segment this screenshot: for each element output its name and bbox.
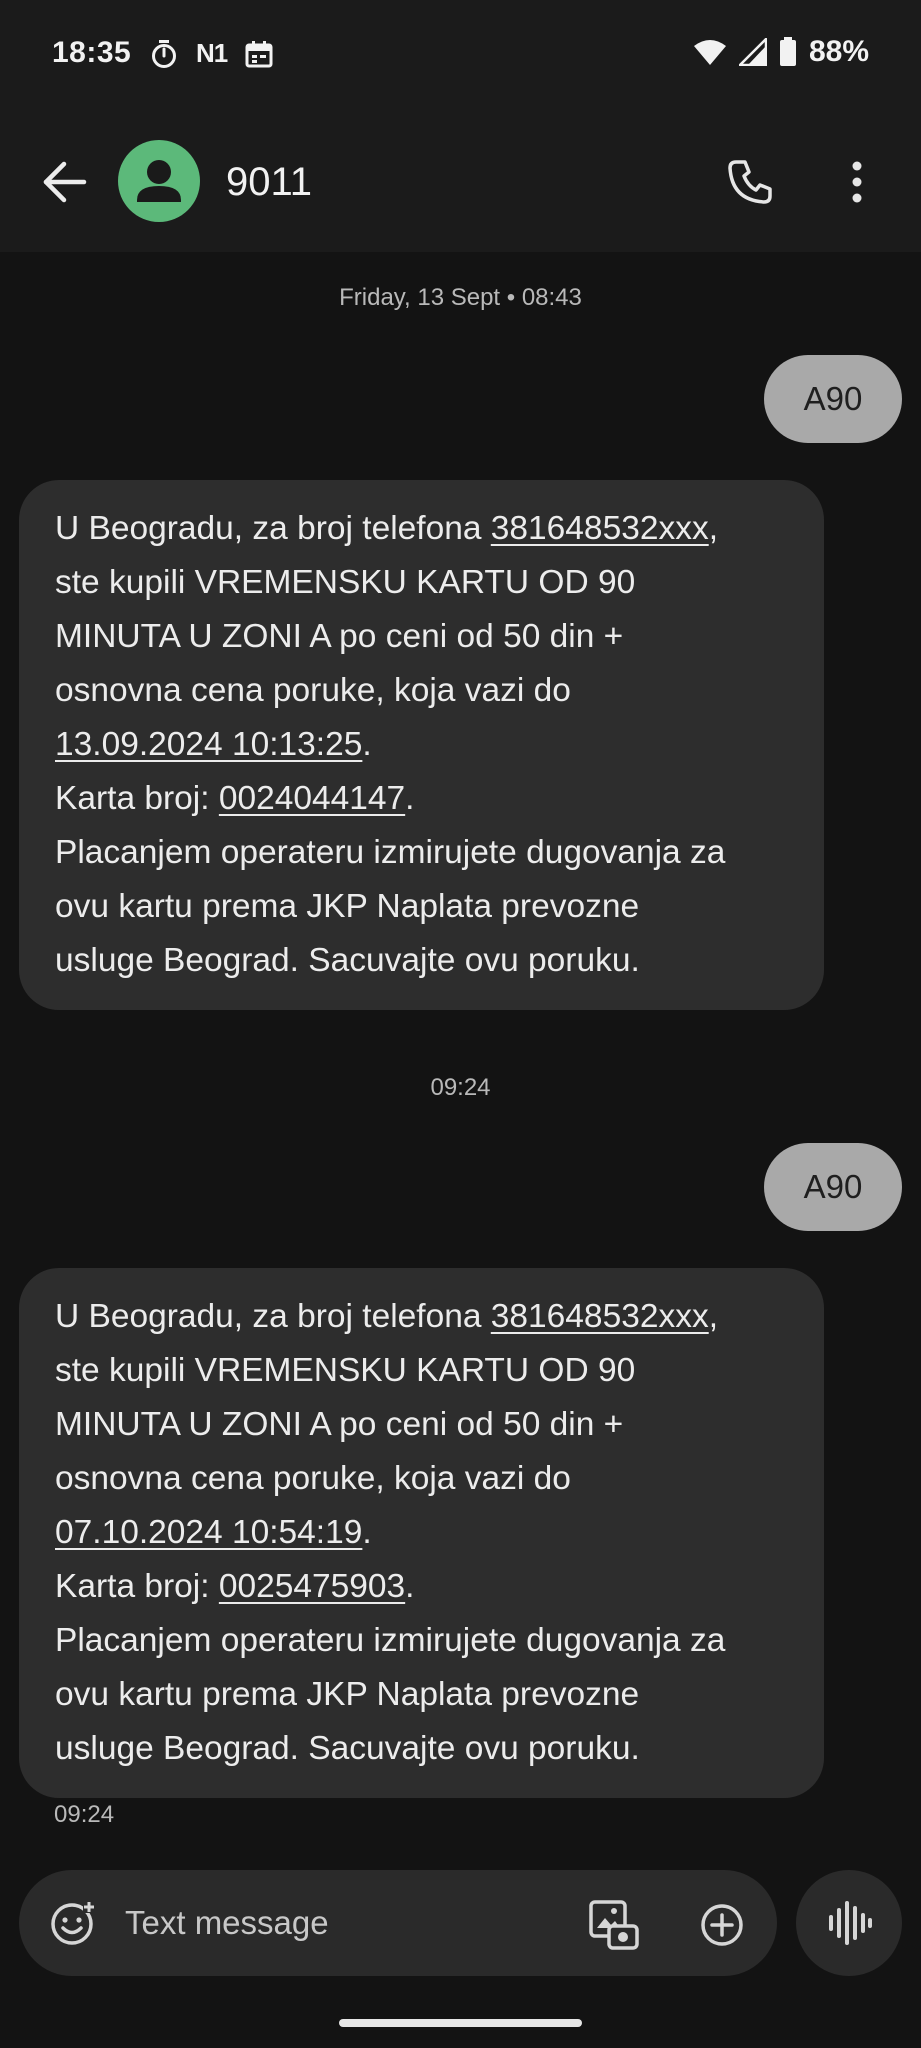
message-line: U Beogradu, za broj telefona 381648532xx…: [55, 510, 719, 547]
calendar-icon: [245, 40, 273, 67]
status-icons-left: N1: [150, 38, 273, 69]
message-line: 13.09.2024 10:13:25.: [55, 726, 372, 763]
message-line: Karta broj: 0024044147.: [55, 780, 415, 817]
outgoing-message[interactable]: A90: [764, 1143, 902, 1231]
message-input[interactable]: Text message: [125, 1904, 329, 1942]
arrow-back-icon[interactable]: [40, 160, 90, 204]
outgoing-message[interactable]: A90: [764, 355, 902, 443]
voice-wave-icon: [829, 1901, 872, 1945]
datetime-link[interactable]: 13.09.2024 10:13:25: [55, 726, 362, 763]
message-line: osnovna cena poruke, koja vazi do: [55, 1460, 571, 1497]
message-timestamp: 09:24: [54, 1801, 115, 1828]
incoming-message[interactable]: U Beogradu, za broj telefona 381648532xx…: [19, 1268, 824, 1798]
gallery-icon[interactable]: [587, 1898, 641, 1952]
message-line: U Beogradu, za broj telefona 381648532xx…: [55, 1298, 719, 1335]
contact-name[interactable]: 9011: [226, 160, 312, 205]
message-line: usluge Beograd. Sacuvajte ovu poruku.: [55, 942, 640, 979]
phone-number-link[interactable]: 381648532xxx: [491, 510, 709, 547]
add-circle-icon[interactable]: [699, 1902, 745, 1948]
battery-percent: 88%: [808, 35, 869, 68]
datetime-link[interactable]: 07.10.2024 10:54:19: [55, 1514, 362, 1551]
status-icons-right: 88%: [693, 35, 869, 69]
message-line: osnovna cena poruke, koja vazi do: [55, 672, 571, 709]
battery-icon: [779, 37, 796, 66]
avatar[interactable]: [118, 140, 200, 222]
message-line: ste kupili VREMENSKU KARTU OD 90: [55, 564, 636, 601]
timer-icon: [152, 39, 176, 68]
status-bar: 18:35 N1 88%: [0, 0, 921, 110]
message-line: ste kupili VREMENSKU KARTU OD 90: [55, 1352, 636, 1389]
date-separator: Friday, 13 Sept • 08:43: [339, 284, 582, 311]
gesture-nav-bar[interactable]: [339, 2019, 582, 2027]
time-separator: 09:24: [430, 1074, 491, 1101]
emoji-icon[interactable]: [49, 1901, 95, 1947]
compose-bar[interactable]: Text message: [19, 1870, 777, 1976]
message-line: MINUTA U ZONI A po ceni od 50 din +: [55, 618, 624, 655]
message-line: MINUTA U ZONI A po ceni od 50 din +: [55, 1406, 624, 1443]
wifi-icon: [693, 40, 726, 65]
person-icon: [137, 160, 181, 202]
incoming-message[interactable]: U Beogradu, za broj telefona 381648532xx…: [19, 480, 824, 1010]
phone-icon[interactable]: [726, 158, 774, 206]
message-line: Placanjem operateru izmirujete dugovanja…: [55, 1622, 726, 1659]
n1-notification-icon: N1: [196, 38, 228, 68]
message-line: ovu kartu prema JKP Naplata prevozne: [55, 1676, 640, 1713]
conversation-header: 9011: [0, 110, 921, 252]
more-vert-icon[interactable]: [840, 160, 874, 204]
cellular-signal-icon: [738, 38, 767, 66]
voice-message-button[interactable]: [796, 1870, 902, 1976]
status-time: 18:35: [52, 36, 132, 69]
phone-number-link[interactable]: 381648532xxx: [491, 1298, 709, 1335]
message-line: Karta broj: 0025475903.: [55, 1568, 415, 1605]
conversation-thread[interactable]: Friday, 13 Sept • 08:43 A90 U Beogradu, …: [0, 252, 921, 1862]
ticket-number-link[interactable]: 0024044147: [219, 780, 405, 817]
message-line: 07.10.2024 10:54:19.: [55, 1514, 372, 1551]
ticket-number-link[interactable]: 0025475903: [219, 1568, 405, 1605]
message-line: Placanjem operateru izmirujete dugovanja…: [55, 834, 726, 871]
message-line: usluge Beograd. Sacuvajte ovu poruku.: [55, 1730, 640, 1767]
message-line: ovu kartu prema JKP Naplata prevozne: [55, 888, 640, 925]
